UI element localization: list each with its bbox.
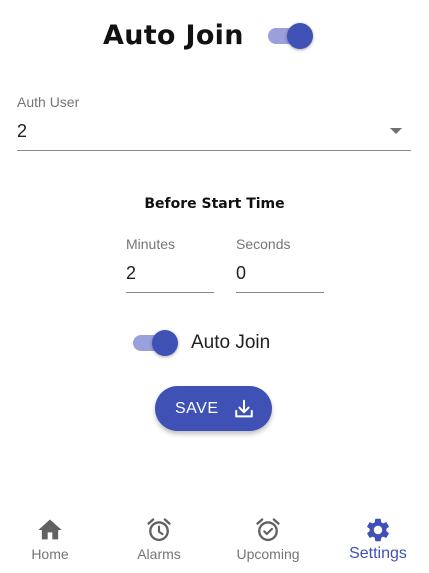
seconds-field[interactable]: Seconds 0 [236, 235, 324, 293]
select-underline [17, 150, 411, 151]
header: Auto Join [0, 16, 429, 60]
gear-icon [367, 518, 389, 542]
minutes-field[interactable]: Minutes 2 [126, 235, 214, 293]
header-auto-join-switch[interactable] [266, 22, 314, 50]
minutes-underline [126, 292, 214, 293]
auth-user-value[interactable]: 2 [17, 121, 27, 142]
save-button-label: SAVE [175, 400, 219, 417]
nav-label-settings: Settings [349, 545, 407, 562]
nav-label-alarms: Alarms [137, 546, 181, 562]
auto-join-label[interactable]: Auto Join [191, 332, 270, 354]
nav-label-upcoming: Upcoming [236, 546, 300, 562]
alarm-check-icon [256, 518, 280, 542]
minutes-label: Minutes [126, 236, 176, 252]
nav-item-settings[interactable]: Settings [338, 506, 418, 573]
seconds-label: Seconds [236, 236, 291, 252]
switch-thumb [152, 330, 178, 356]
nav-label-home: Home [31, 546, 69, 562]
seconds-input[interactable]: 0 [236, 263, 246, 284]
page-title: Auto Join [103, 20, 244, 51]
auth-user-label: Auth User [17, 94, 80, 110]
nav-item-home[interactable]: Home [10, 506, 90, 573]
before-start-time-heading: Before Start Time [144, 196, 285, 212]
minutes-input[interactable]: 2 [126, 263, 136, 284]
seconds-underline [236, 292, 324, 293]
auth-user-select[interactable]: Auth User 2 [17, 93, 411, 151]
settings-screen: Auto Join Auth User 2 Before Start Time … [0, 0, 429, 573]
home-icon [38, 519, 62, 540]
alarm-icon [147, 518, 171, 542]
download-icon [235, 399, 253, 418]
nav-item-alarms[interactable]: Alarms [119, 506, 199, 573]
bottom-navigation: Home Alarms Upcoming Settings [0, 506, 429, 573]
auto-join-switch[interactable] [131, 329, 179, 357]
switch-thumb [287, 23, 313, 49]
nav-item-upcoming[interactable]: Upcoming [228, 506, 308, 573]
auto-join-toggle-row: Auto Join [131, 328, 291, 358]
save-button[interactable]: SAVE [155, 386, 272, 431]
dropdown-arrow-icon[interactable] [390, 128, 402, 134]
